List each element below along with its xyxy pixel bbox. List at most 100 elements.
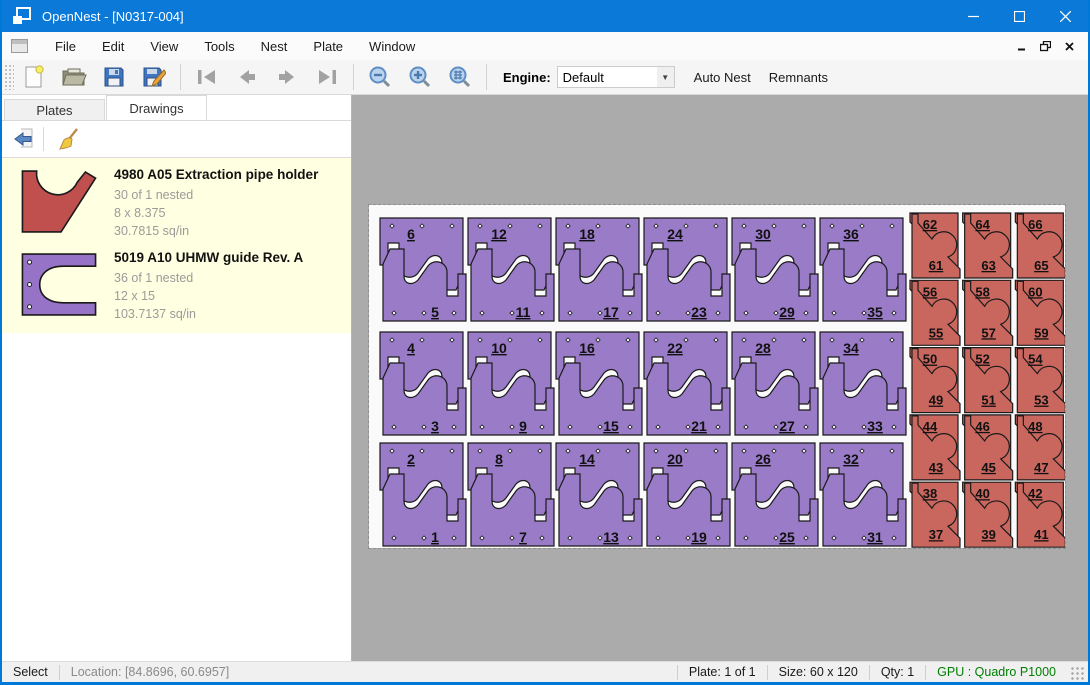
toolbar-grip[interactable]: [4, 64, 14, 90]
drawing-title: 4980 A05 Extraction pipe holder: [114, 167, 318, 182]
red-part-pair[interactable]: 4645: [963, 415, 1013, 480]
next-plate-button[interactable]: [271, 63, 303, 91]
return-button[interactable]: [8, 124, 38, 154]
purple-part-pair[interactable]: 109: [468, 332, 554, 435]
close-button[interactable]: [1042, 0, 1088, 32]
red-part-pair[interactable]: 5453: [1015, 348, 1065, 413]
tab-drawings[interactable]: Drawings: [106, 95, 207, 120]
purple-part-pair[interactable]: 1817: [556, 218, 642, 321]
mdi-restore-button[interactable]: [1034, 36, 1056, 56]
status-plate: Plate: 1 of 1: [678, 665, 767, 679]
toolbar-separator: [353, 64, 354, 90]
status-gpu: GPU : Quadro P1000: [926, 665, 1067, 679]
purple-part-pair[interactable]: 43: [380, 332, 466, 435]
status-size: Size: 60 x 120: [768, 665, 869, 679]
part-number: 25: [779, 529, 795, 545]
zoom-in-button[interactable]: [404, 63, 436, 91]
red-part-pair[interactable]: 4241: [1015, 482, 1065, 547]
purple-part-pair[interactable]: 1615: [556, 332, 642, 435]
red-part-pair[interactable]: 4039: [963, 482, 1013, 547]
menu-item-edit[interactable]: Edit: [89, 35, 137, 58]
plate[interactable]: 6512111817242330293635431091615222128273…: [369, 205, 1065, 548]
purple-part-pair[interactable]: 3231: [820, 443, 906, 546]
drawing-thumbnail: [20, 169, 98, 235]
last-plate-button[interactable]: [311, 63, 343, 91]
first-arrow-icon: [195, 68, 219, 86]
clear-button[interactable]: [55, 124, 85, 154]
main-area: Plates Drawings 4980 A05: [2, 95, 1088, 661]
red-part-pair[interactable]: 3837: [910, 482, 960, 547]
purple-part-pair[interactable]: 2221: [644, 332, 730, 435]
tab-plates[interactable]: Plates: [4, 99, 105, 120]
drawing-nested-count: 36 of 1 nested: [114, 269, 303, 287]
nested-parts: 6512111817242330293635431091615222128273…: [369, 205, 1065, 548]
menu-item-window[interactable]: Window: [356, 35, 428, 58]
drawing-list-item[interactable]: 4980 A05 Extraction pipe holder30 of 1 n…: [2, 161, 351, 244]
part-number: 2: [407, 451, 415, 467]
red-part-pair[interactable]: 6665: [1015, 213, 1065, 278]
purple-part-pair[interactable]: 3029: [732, 218, 818, 321]
nest-canvas[interactable]: 6512111817242330293635431091615222128273…: [352, 95, 1088, 661]
part-number: 44: [923, 419, 938, 434]
menu-item-tools[interactable]: Tools: [191, 35, 247, 58]
first-plate-button[interactable]: [191, 63, 223, 91]
purple-part-pair[interactable]: 2827: [732, 332, 818, 435]
purple-part-pair[interactable]: 65: [380, 218, 466, 321]
mdi-document-icon[interactable]: [11, 39, 28, 53]
red-part-pair[interactable]: 5049: [910, 348, 960, 413]
zoom-fit-button[interactable]: [444, 63, 476, 91]
purple-part-pair[interactable]: 2019: [644, 443, 730, 546]
maximize-button[interactable]: [996, 0, 1042, 32]
mdi-minimize-button[interactable]: [1010, 36, 1032, 56]
part-number: 14: [579, 451, 595, 467]
part-number: 3: [431, 418, 439, 434]
drawing-list-item[interactable]: 5019 A10 UHMW guide Rev. A36 of 1 nested…: [2, 244, 351, 327]
save-button[interactable]: [98, 63, 130, 91]
mdi-close-button[interactable]: [1058, 36, 1080, 56]
app-icon: [12, 7, 32, 25]
back-arrow-icon: [11, 127, 35, 151]
menu-item-nest[interactable]: Nest: [248, 35, 301, 58]
part-number: 34: [843, 340, 859, 356]
red-part-pair[interactable]: 5857: [963, 280, 1013, 345]
status-location: Location: [84.8696, 60.6957]: [60, 665, 240, 679]
save-as-button[interactable]: [138, 63, 170, 91]
red-part-pair[interactable]: 6463: [963, 213, 1013, 278]
main-toolbar: Engine: Default ▼ Auto Nest Remnants: [2, 60, 1088, 95]
red-part-pair[interactable]: 5655: [910, 280, 960, 345]
red-part-pair[interactable]: 4847: [1015, 415, 1065, 480]
part-number: 51: [981, 393, 995, 408]
menu-item-view[interactable]: View: [137, 35, 191, 58]
menu-item-plate[interactable]: Plate: [300, 35, 356, 58]
purple-part-pair[interactable]: 21: [380, 443, 466, 546]
purple-part-pair[interactable]: 2423: [644, 218, 730, 321]
part-number: 10: [491, 340, 507, 356]
engine-label: Engine:: [503, 70, 551, 85]
purple-part-pair[interactable]: 1211: [468, 218, 554, 321]
purple-part-pair[interactable]: 87: [468, 443, 554, 546]
purple-part-pair[interactable]: 3433: [820, 332, 906, 435]
remnants-button[interactable]: Remnants: [760, 65, 837, 90]
part-number: 38: [923, 486, 937, 501]
close-icon: [1060, 11, 1071, 22]
purple-part-pair[interactable]: 2625: [732, 443, 818, 546]
red-part-pair[interactable]: 5251: [963, 348, 1013, 413]
mdi-close-icon: [1065, 42, 1074, 51]
previous-plate-button[interactable]: [231, 63, 263, 91]
auto-nest-button[interactable]: Auto Nest: [685, 65, 760, 90]
red-part-pair[interactable]: 6261: [910, 213, 960, 278]
open-file-button[interactable]: [58, 63, 90, 91]
minimize-button[interactable]: [950, 0, 996, 32]
chevron-down-icon[interactable]: ▼: [657, 67, 674, 87]
resize-grip[interactable]: [1071, 667, 1085, 681]
purple-part-pair[interactable]: 1413: [556, 443, 642, 546]
menu-item-file[interactable]: File: [42, 35, 89, 58]
drawing-thumbnail: [20, 252, 98, 318]
zoom-out-button[interactable]: [364, 63, 396, 91]
engine-combobox[interactable]: Default ▼: [557, 66, 675, 88]
red-part-pair[interactable]: 4443: [910, 415, 960, 480]
panel-empty-area: [2, 333, 351, 661]
purple-part-pair[interactable]: 3635: [820, 218, 906, 321]
new-file-button[interactable]: [18, 63, 50, 91]
red-part-pair[interactable]: 6059: [1015, 280, 1065, 345]
